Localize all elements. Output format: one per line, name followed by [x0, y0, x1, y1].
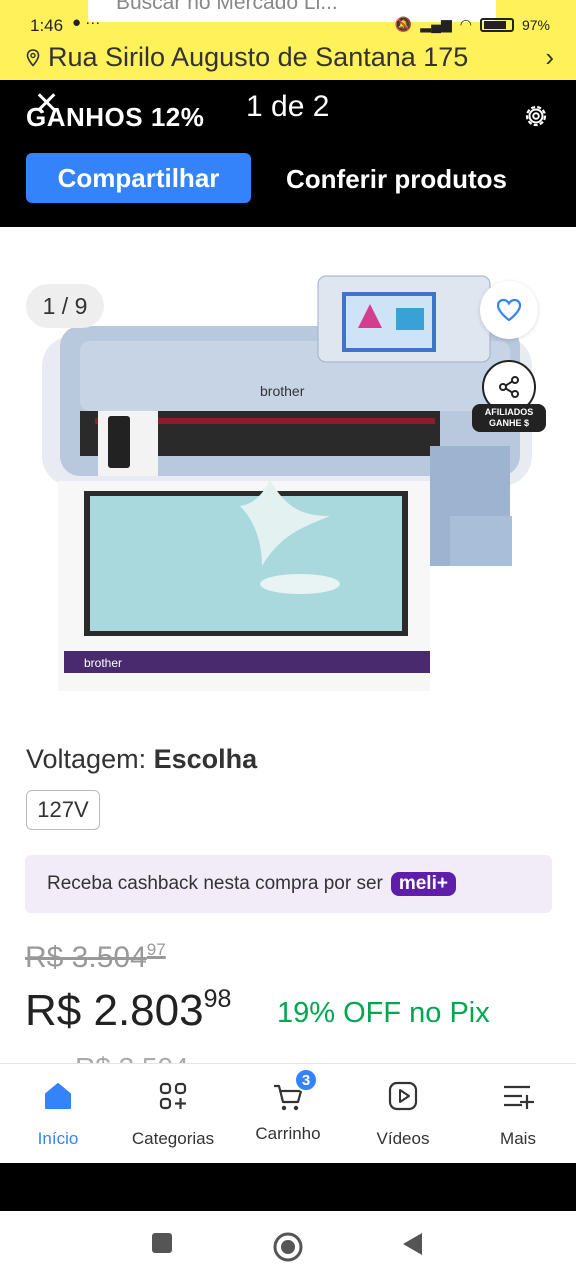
- delivery-address[interactable]: Rua Sirilo Augusto de Santana 175: [26, 42, 468, 73]
- black-strip: [0, 1163, 576, 1211]
- nav-categories-label: Categorias: [131, 1129, 215, 1148]
- current-price-amount: R$ 2.803: [25, 986, 204, 1035]
- battery-level: 97%: [521, 16, 550, 33]
- back-triangle-icon[interactable]: [400, 1231, 426, 1257]
- nav-videos[interactable]: Vídeos: [353, 1078, 453, 1149]
- share-icon: [499, 376, 519, 398]
- share-button[interactable]: Compartilhar: [26, 153, 251, 203]
- nav-cart-label: Carrinho: [255, 1124, 321, 1143]
- nav-more[interactable]: Mais: [468, 1078, 568, 1149]
- image-counter: 1 / 9: [26, 284, 104, 328]
- voltage-option-127v[interactable]: 127V: [26, 790, 100, 830]
- nav-categories[interactable]: Categorias: [123, 1078, 223, 1149]
- view-products-link[interactable]: Conferir produtos: [286, 164, 507, 195]
- status-time: 1:46: [30, 16, 64, 35]
- current-price-cents: 98: [203, 985, 232, 1013]
- cart-icon-wrap: 3: [270, 1068, 318, 1114]
- voltage-label: Voltagem: Escolha: [26, 744, 257, 775]
- favorite-button[interactable]: [480, 281, 538, 339]
- close-icon[interactable]: ✕: [34, 86, 59, 121]
- chevron-right-icon[interactable]: ›: [545, 42, 554, 73]
- nav-videos-label: Vídeos: [376, 1129, 430, 1148]
- voltage-value: Escolha: [153, 744, 258, 774]
- voltage-label-text: Voltagem:: [26, 744, 154, 774]
- cashback-text: Receba cashback nesta compra por ser: [47, 873, 383, 894]
- affiliate-badge-line2: GANHE $: [488, 418, 529, 428]
- top-bar: Buscar no Mercado Li... 1:46 ● ··· 🔕 ▂▄▆…: [0, 0, 576, 80]
- status-icons: 🔕 ▂▄▆ ◠ 97%: [395, 16, 550, 33]
- system-navigation: [0, 1211, 576, 1280]
- original-price-cents: 97: [146, 940, 166, 959]
- affiliate-badge-line1: AFILIADOS: [484, 407, 534, 417]
- affiliate-pager: 1 de 2: [246, 90, 330, 123]
- nav-more-label: Mais: [500, 1129, 536, 1148]
- signal-icon: ▂▄▆: [420, 16, 452, 32]
- location-pin-icon: [26, 48, 40, 67]
- wifi-icon: ◠: [459, 16, 472, 32]
- more-icon: [504, 1085, 534, 1109]
- brand-logo: brother: [260, 383, 305, 399]
- nav-home[interactable]: Início: [8, 1078, 108, 1149]
- address-text: Rua Sirilo Augusto de Santana 175: [48, 42, 469, 72]
- recents-square-icon[interactable]: [150, 1231, 174, 1255]
- affiliate-bar: GANHOS 12% ✕ 1 de 2 Compartilhar Conferi…: [0, 80, 576, 227]
- settings-gear-icon[interactable]: [522, 102, 550, 130]
- nav-cart[interactable]: 3 Carrinho: [238, 1068, 338, 1144]
- mat-brand-logo: brother: [84, 656, 122, 670]
- battery-icon: [479, 17, 514, 32]
- nav-home-label: Início: [37, 1129, 79, 1148]
- original-price: R$ 3.50497: [25, 940, 166, 975]
- meli-plus-badge: meli+: [390, 872, 456, 896]
- current-price: R$ 2.80398: [25, 985, 231, 1036]
- home-circle-icon[interactable]: [272, 1231, 304, 1263]
- categories-icon: [159, 1082, 187, 1110]
- affiliate-badge: AFILIADOS GANHE $: [472, 404, 546, 432]
- original-price-amount: R$ 3.504: [25, 941, 147, 974]
- home-icon: [45, 1083, 71, 1109]
- product-gallery[interactable]: brother brother 1 / 9 AFILIADOS GANHE $: [0, 266, 576, 696]
- pix-discount: 19% OFF no Pix: [277, 997, 490, 1029]
- notification-icons: ● ···: [72, 14, 101, 31]
- bottom-navigation: Início Categorias 3 Carrinho Vídeos Mais: [0, 1063, 576, 1163]
- cashback-banner[interactable]: Receba cashback nesta compra por ser mel…: [25, 855, 552, 913]
- cart-count-badge: 3: [294, 1068, 318, 1092]
- heart-icon: [496, 298, 522, 322]
- mute-icon: 🔕: [394, 16, 413, 32]
- video-icon: [388, 1081, 418, 1111]
